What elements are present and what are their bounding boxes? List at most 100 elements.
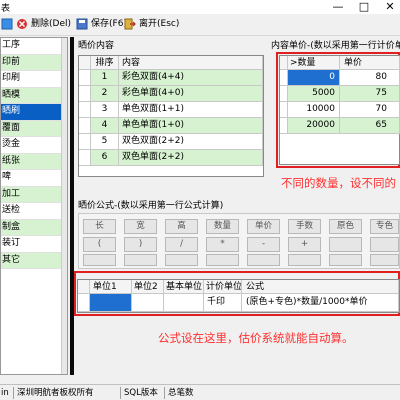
close-button[interactable]: ✕: [384, 0, 396, 13]
column-header-unit1: 单位1: [90, 280, 132, 294]
order-cell[interactable]: 4: [91, 118, 119, 134]
row-indicator: [79, 102, 91, 118]
quantity-cell[interactable]: 20000: [288, 118, 340, 134]
blank-button[interactable]: [288, 254, 321, 266]
sidebar-item-label: 覆面: [2, 122, 21, 133]
sidebar-item[interactable]: 工序: [1, 38, 67, 55]
open-paren-button[interactable]: (: [83, 237, 116, 252]
unit-price-button[interactable]: 单价: [247, 219, 280, 234]
blank-button[interactable]: [165, 254, 198, 266]
title-bar: 表 — □ ✕: [0, 0, 400, 14]
multiply-button[interactable]: *: [206, 237, 239, 252]
price-cell[interactable]: 80: [340, 70, 400, 86]
unit1-cell[interactable]: [90, 294, 132, 312]
base-color-button[interactable]: 原色: [329, 219, 362, 234]
minimize-button[interactable]: —: [332, 0, 344, 13]
order-cell[interactable]: 6: [91, 150, 119, 166]
status-divider: [164, 387, 165, 399]
status-copyright: 深圳明航者板权所有: [17, 388, 94, 398]
splitter[interactable]: [70, 37, 74, 375]
content-cell[interactable]: 单色单面(1+0): [119, 118, 263, 134]
exit-label: 离开(Esc): [139, 19, 180, 29]
order-cell[interactable]: 2: [91, 86, 119, 102]
formula-button-panel: 长 宽 高 数量 单价 手数 原色 专色 ( ) / * - +: [78, 213, 400, 269]
price-unit-cell[interactable]: 千印: [204, 294, 242, 312]
plus-button[interactable]: +: [288, 237, 321, 252]
price-cell[interactable]: 70: [340, 102, 400, 118]
content-cell[interactable]: 彩色双面(4+4): [119, 70, 263, 86]
unit-price-grid: >数量 单价 0 80 5000 75 10000 70 20000 65: [279, 55, 400, 165]
content-cell[interactable]: 双色单面(2+2): [119, 150, 263, 166]
row-indicator: [79, 118, 91, 134]
spot-color-button[interactable]: 专色: [370, 219, 399, 234]
quantity-cell[interactable]: 10000: [288, 102, 340, 118]
height-button[interactable]: 高: [165, 219, 198, 234]
width-button[interactable]: 宽: [124, 219, 157, 234]
quantity-cell[interactable]: 0: [288, 70, 340, 86]
sidebar-item[interactable]: 制盒: [1, 219, 67, 236]
price-cell[interactable]: 65: [340, 118, 400, 134]
sidebar-item[interactable]: 其它: [1, 252, 67, 269]
sidebar-item[interactable]: 送检: [1, 203, 67, 220]
pricing-list-grid: 排序 内容 1 彩色双面(4+4) 2 彩色单面(4+0) 3 单色双面(1+1…: [78, 55, 264, 177]
sidebar-item-label: 制盒: [2, 221, 21, 232]
blank-button[interactable]: [83, 254, 116, 266]
blank-button[interactable]: [370, 254, 399, 266]
sidebar-item-label: 印刷: [2, 73, 21, 83]
unit2-cell[interactable]: [132, 294, 164, 312]
price-cell[interactable]: 75: [340, 86, 400, 102]
exit-button[interactable]: 离开(Esc): [124, 18, 179, 30]
blank-button[interactable]: [370, 237, 399, 252]
divide-button[interactable]: /: [165, 237, 198, 252]
sidebar-item-label: 晒刷: [2, 106, 21, 116]
quantity-button[interactable]: 数量: [206, 219, 239, 234]
row-indicator: [79, 150, 91, 166]
sidebar-item-label: 装订: [2, 238, 21, 248]
status-item: in: [1, 388, 9, 398]
formula-cell[interactable]: (原色+专色)*数量/1000*单价: [242, 294, 399, 312]
unit-price-title: 内容单价-(数以采用第一行计价单位: [271, 41, 400, 51]
sidebar-item[interactable]: 印前: [1, 54, 67, 71]
status-bar: in 深圳明航者板权所有 SQL版本 总笔数: [0, 384, 400, 400]
delete-button[interactable]: 删除(Del): [16, 18, 71, 30]
delete-icon: [16, 18, 28, 30]
sidebar-item[interactable]: 纸张: [1, 153, 67, 170]
sidebar-item[interactable]: 晒刷: [1, 104, 67, 121]
toolbar: 删除(Del) 保存(F6) 离开(Esc): [0, 14, 400, 36]
row-indicator: [280, 70, 288, 86]
maximize-button[interactable]: □: [358, 0, 370, 13]
base-unit-cell[interactable]: [164, 294, 204, 312]
content-cell[interactable]: 单色双面(1+1): [119, 102, 263, 118]
sidebar-item[interactable]: 晒模: [1, 87, 67, 104]
blank-button[interactable]: [247, 254, 280, 266]
grid-corner: [79, 56, 91, 70]
save-button[interactable]: 保存(F6): [76, 18, 127, 30]
save-icon: [76, 18, 88, 30]
hand-count-button[interactable]: 手数: [288, 219, 321, 234]
close-paren-button[interactable]: ): [124, 237, 157, 252]
blank-button[interactable]: [329, 237, 362, 252]
blank-button[interactable]: [206, 254, 239, 266]
order-cell[interactable]: 1: [91, 70, 119, 86]
sidebar-item[interactable]: 啤: [1, 170, 67, 187]
order-cell[interactable]: 5: [91, 134, 119, 150]
sidebar-item[interactable]: 覆面: [1, 120, 67, 137]
length-button[interactable]: 长: [83, 219, 116, 234]
content-cell[interactable]: 彩色单面(4+0): [119, 86, 263, 102]
quantity-cell[interactable]: 5000: [288, 86, 340, 102]
sidebar-item[interactable]: 装订: [1, 236, 67, 253]
sidebar-scrollbar[interactable]: [61, 38, 67, 374]
sidebar-item[interactable]: 印刷: [1, 71, 67, 88]
status-record-count: 总笔数: [168, 388, 194, 398]
row-indicator: [79, 134, 91, 150]
order-cell[interactable]: 3: [91, 102, 119, 118]
blank-button[interactable]: [124, 254, 157, 266]
minus-button[interactable]: -: [247, 237, 280, 252]
sidebar-item[interactable]: 加工: [1, 186, 67, 203]
sidebar-item[interactable]: 烫金: [1, 137, 67, 154]
row-indicator: [280, 118, 288, 134]
blank-button[interactable]: [329, 254, 362, 266]
content-cell[interactable]: 双色双面(2+2): [119, 134, 263, 150]
add-icon: [1, 18, 13, 30]
toolbar-icon-button[interactable]: [1, 18, 13, 30]
